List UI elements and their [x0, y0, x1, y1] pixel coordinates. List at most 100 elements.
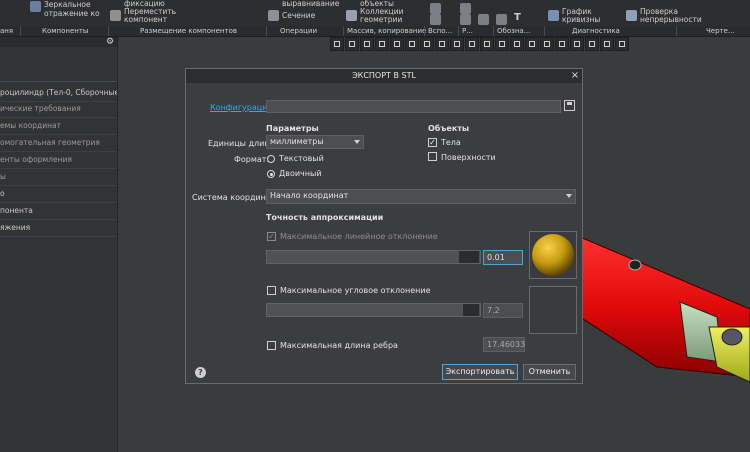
curvature-graph-icon[interactable]: [548, 10, 559, 21]
view-perspective-icon[interactable]: [525, 37, 539, 51]
tree-item[interactable]: омогательная геометрия: [0, 135, 117, 152]
max-edge-checkbox[interactable]: [267, 341, 276, 350]
units-select[interactable]: миллиметры: [266, 135, 364, 149]
tree-item[interactable]: понента: [0, 203, 117, 220]
dialog-title: ЭКСПОРТ В STL: [186, 69, 582, 83]
mirror-icon[interactable]: [30, 1, 41, 12]
max-edge-label[interactable]: Максимальная длина ребра: [280, 341, 398, 351]
accuracy-header: Точность аппроксимации: [266, 213, 384, 222]
group-separator: [544, 26, 545, 36]
format-text-label[interactable]: Текстовый: [279, 154, 324, 164]
view-rotate-icon[interactable]: [420, 37, 434, 51]
view-render-icon[interactable]: [450, 37, 464, 51]
tool-icon-a[interactable]: [430, 3, 441, 14]
view-layers-icon[interactable]: [540, 37, 554, 51]
cs-select[interactable]: Начало координат: [266, 189, 576, 204]
edge-value-field[interactable]: 17.46033: [483, 337, 525, 352]
close-icon[interactable]: ×: [569, 69, 581, 83]
preview-box-sphere: [529, 231, 577, 279]
collections-icon[interactable]: [346, 10, 357, 21]
group-label: Диагностика: [572, 27, 620, 35]
view-wire-icon[interactable]: [480, 37, 494, 51]
view-zoom-icon[interactable]: [390, 37, 404, 51]
slider-thumb[interactable]: [463, 304, 479, 316]
linear-value-field[interactable]: 0.01: [483, 250, 523, 265]
view-light-icon[interactable]: [510, 37, 524, 51]
ribbon-check-label-2[interactable]: непрерывности: [640, 16, 702, 24]
tool-icon-c[interactable]: [460, 3, 471, 14]
filter-icon[interactable]: [585, 37, 599, 51]
max-angular-checkbox[interactable]: [267, 286, 276, 295]
configuration-field[interactable]: [266, 100, 561, 113]
tool-icon-e[interactable]: [478, 14, 489, 25]
tree-item[interactable]: емы координат: [0, 118, 117, 135]
ribbon-mirror-label-1[interactable]: Зеркальное: [44, 1, 91, 9]
section-icon[interactable]: [268, 10, 279, 21]
eyedropper-icon[interactable]: [615, 37, 629, 51]
tree-divider: [0, 81, 117, 82]
angular-value-field[interactable]: 7.2: [483, 303, 523, 318]
view-grid-icon[interactable]: [330, 37, 344, 51]
group-label: Вспо...: [428, 27, 453, 35]
tree-item[interactable]: ические требования: [0, 101, 117, 118]
bodies-checkbox[interactable]: ✓: [428, 138, 437, 147]
save-icon[interactable]: [564, 100, 575, 111]
gear-icon[interactable]: ⚙: [106, 37, 114, 47]
group-label: Массив, копирование: [347, 27, 427, 35]
preview-box-empty: [529, 286, 577, 334]
units-value: миллиметры: [270, 137, 324, 146]
tree-item-root[interactable]: роцилиндр (Тел-0, Сборочные ед: [0, 85, 117, 102]
group-separator: [20, 26, 21, 36]
view-toolbar: [330, 37, 650, 51]
tree-item[interactable]: о: [0, 186, 117, 203]
surfaces-label[interactable]: Поверхности: [441, 153, 496, 163]
export-button[interactable]: Экспортировать: [442, 364, 518, 380]
surfaces-checkbox[interactable]: [428, 152, 437, 161]
tree-item[interactable]: енты оформления: [0, 152, 117, 169]
max-angular-label[interactable]: Максимальное угловое отклонение: [280, 286, 431, 296]
format-label: Формат:: [234, 155, 270, 164]
view-section-icon[interactable]: [360, 37, 374, 51]
view-shade-icon[interactable]: [465, 37, 479, 51]
ribbon-align-label[interactable]: выравнивание: [282, 0, 339, 8]
chevron-down-icon: [566, 194, 572, 198]
tool-icon-d[interactable]: [460, 14, 471, 25]
move-component-icon[interactable]: [110, 10, 121, 21]
linear-slider[interactable]: [266, 250, 481, 264]
tool-icon-f[interactable]: [496, 14, 507, 25]
slider-thumb[interactable]: [459, 251, 479, 263]
ribbon-move-label-2[interactable]: компонент: [124, 16, 167, 24]
help-icon[interactable]: ?: [195, 367, 206, 378]
text-tool-icon[interactable]: T: [514, 13, 521, 23]
cancel-button[interactable]: Отменить: [523, 364, 576, 380]
view-options-icon[interactable]: [570, 37, 584, 51]
ribbon-section-label[interactable]: Сечение: [282, 12, 315, 20]
ribbon-mirror-label-2[interactable]: отражение ко: [44, 10, 100, 18]
format-binary-label[interactable]: Двоичный: [279, 169, 322, 179]
bodies-label[interactable]: Тела: [441, 138, 461, 148]
group-separator: [458, 26, 459, 36]
continuity-check-icon[interactable]: [626, 10, 637, 21]
ribbon: Зеркальное отражение ко фиксацию Перемес…: [0, 0, 750, 27]
view-frame-icon[interactable]: [375, 37, 389, 51]
ribbon-collections-label-2[interactable]: геометрии: [360, 16, 402, 24]
format-binary-radio[interactable]: [267, 170, 275, 178]
view-display-icon[interactable]: [555, 37, 569, 51]
tree-item[interactable]: ы: [0, 169, 117, 186]
export-stl-dialog: ЭКСПОРТ В STL × Конфигурация Параметры Е…: [185, 68, 583, 384]
select-filter-icon[interactable]: [600, 37, 614, 51]
view-pan-icon[interactable]: [405, 37, 419, 51]
tree-item[interactable]: яжения: [0, 220, 117, 237]
angular-slider[interactable]: [266, 303, 481, 317]
ribbon-graph-label-2[interactable]: кривизны: [562, 16, 600, 24]
max-linear-checkbox[interactable]: ✓: [267, 232, 276, 241]
view-cube-icon[interactable]: [345, 37, 359, 51]
group-separator: [493, 26, 494, 36]
tool-icon-b[interactable]: [430, 14, 441, 25]
group-label: Размещение компонентов: [140, 27, 237, 35]
format-text-radio[interactable]: [267, 155, 275, 163]
view-hidden-icon[interactable]: [495, 37, 509, 51]
ribbon-group-labels: аня Компоненты Размещение компонентов Оп…: [0, 26, 750, 37]
view-orient-icon[interactable]: [435, 37, 449, 51]
configuration-link[interactable]: Конфигурация: [210, 103, 272, 112]
